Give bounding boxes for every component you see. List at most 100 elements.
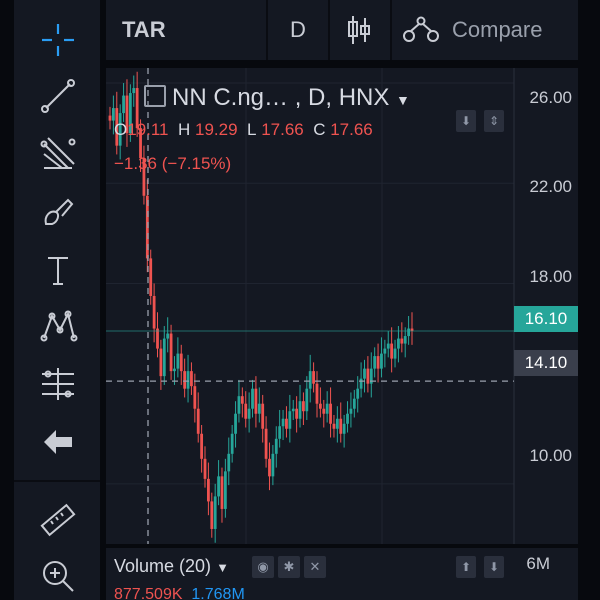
candle-body bbox=[162, 338, 166, 377]
volume-values: 877.509K 1.768M bbox=[114, 586, 245, 600]
fib-icon[interactable] bbox=[36, 132, 80, 176]
chevron-down-icon[interactable]: ▼ bbox=[396, 92, 410, 108]
trend-line-icon[interactable] bbox=[36, 74, 80, 118]
last-price-tag: 16.10 bbox=[514, 306, 578, 332]
scale-updown-icon[interactable]: ⇕ bbox=[484, 110, 504, 132]
header-divider bbox=[266, 0, 268, 60]
price-tick: 26.00 bbox=[529, 88, 572, 107]
chart-header: TAR D Compare bbox=[106, 0, 578, 60]
header-divider bbox=[328, 0, 330, 60]
price-tick: 10.00 bbox=[529, 446, 572, 465]
candle-body bbox=[217, 476, 220, 497]
crosshair-price-tag: 14.10 bbox=[514, 350, 578, 376]
candle-body bbox=[339, 418, 343, 434]
candle-body bbox=[261, 403, 265, 429]
crosshair-icon[interactable] bbox=[36, 18, 80, 62]
candle-body bbox=[268, 458, 271, 477]
low-label: L bbox=[246, 120, 257, 139]
close-value: 17.66 bbox=[330, 120, 373, 139]
candle-body bbox=[315, 383, 319, 404]
candle-body bbox=[264, 428, 268, 459]
candle-body bbox=[329, 403, 332, 424]
low-value: 17.66 bbox=[261, 120, 304, 139]
volume-ma-value: 1.768M bbox=[191, 586, 245, 600]
legend-title: NN C.ng… , D, HNX bbox=[172, 84, 390, 111]
gear-icon[interactable]: ✱ bbox=[278, 556, 300, 578]
candle-body bbox=[240, 396, 244, 404]
collapse-icon[interactable] bbox=[144, 85, 166, 107]
back-arrow-icon[interactable] bbox=[36, 420, 80, 464]
ruler-icon[interactable] bbox=[36, 498, 80, 542]
candle-body bbox=[342, 423, 346, 434]
candle-body bbox=[179, 353, 183, 372]
candle-body bbox=[373, 356, 377, 369]
scale-down-icon[interactable]: ⬇ bbox=[456, 110, 476, 132]
candle-body bbox=[200, 433, 204, 459]
chevron-down-icon: ▼ bbox=[216, 560, 229, 575]
candle-body bbox=[356, 388, 360, 399]
high-value: 19.29 bbox=[194, 120, 238, 139]
candle-body bbox=[346, 413, 349, 424]
candle-body bbox=[173, 368, 176, 372]
volume-title[interactable]: Volume (20) ▼ bbox=[114, 556, 229, 577]
candle-body bbox=[230, 433, 234, 454]
candle-body bbox=[363, 368, 366, 379]
candle-body bbox=[274, 438, 278, 454]
move-down-icon[interactable]: ⬇ bbox=[484, 556, 504, 578]
candle-body bbox=[111, 108, 115, 121]
candle-body bbox=[332, 423, 336, 429]
price-chart[interactable]: NN C.ng… , D, HNX ▼ ⬇ ⇕ O19.11 H 19.29 L… bbox=[106, 68, 578, 544]
candle-body bbox=[210, 501, 214, 529]
candle-body bbox=[376, 356, 380, 369]
change-value: −1.36 (−7.15%) bbox=[114, 154, 232, 173]
candle-body bbox=[325, 403, 329, 414]
symbol-search[interactable]: TAR bbox=[122, 0, 166, 60]
candle-body bbox=[318, 403, 322, 409]
candle-body bbox=[312, 371, 315, 384]
price-tick: 18.00 bbox=[529, 267, 572, 286]
text-icon[interactable] bbox=[36, 248, 80, 292]
candle-body bbox=[220, 476, 224, 509]
candle-body bbox=[152, 295, 156, 329]
close-label: C bbox=[313, 120, 326, 139]
candle-body bbox=[213, 496, 217, 529]
measure-icon[interactable] bbox=[36, 362, 80, 406]
candle-body bbox=[257, 403, 261, 414]
candle-body bbox=[159, 348, 163, 377]
candle-body bbox=[305, 388, 309, 412]
candle-body bbox=[166, 333, 170, 339]
volume-axis-tick: 6M bbox=[526, 554, 550, 573]
candle-body bbox=[359, 378, 363, 389]
move-up-icon[interactable]: ⬆ bbox=[456, 556, 476, 578]
interval-selector[interactable]: D bbox=[290, 0, 306, 60]
candle-body bbox=[393, 348, 397, 359]
candle-body bbox=[196, 408, 200, 434]
candles-icon[interactable] bbox=[346, 0, 372, 60]
compare-icon bbox=[403, 16, 439, 42]
candle-body bbox=[108, 115, 112, 121]
candle-body bbox=[237, 396, 241, 414]
volume-pane[interactable]: Volume (20) ▼ ◉ ✱ ✕ 877.509K 1.768M ⬆ ⬇ … bbox=[106, 548, 578, 600]
compare-button[interactable]: Compare bbox=[402, 0, 542, 60]
close-icon[interactable]: ✕ bbox=[304, 556, 326, 578]
open-value: 19.11 bbox=[127, 120, 169, 139]
candle-body bbox=[132, 88, 136, 94]
toolbar-divider bbox=[14, 480, 100, 482]
zoom-in-icon[interactable] bbox=[36, 554, 80, 598]
pattern-icon[interactable] bbox=[36, 304, 80, 348]
ohlc-values: O19.11 H 19.29 L 17.66 C 17.66 bbox=[114, 120, 373, 140]
eye-icon[interactable]: ◉ bbox=[252, 556, 274, 578]
candle-body bbox=[251, 388, 254, 409]
candle-body bbox=[308, 371, 312, 389]
candle-body bbox=[322, 408, 326, 414]
candle-body bbox=[193, 386, 197, 409]
brush-icon[interactable] bbox=[36, 190, 80, 234]
legend-symbol[interactable]: NN C.ng… , D, HNX ▼ bbox=[144, 84, 410, 112]
candle-body bbox=[366, 368, 370, 384]
open-label: O bbox=[114, 120, 128, 139]
candle-body bbox=[302, 401, 305, 412]
header-divider bbox=[390, 0, 392, 60]
volume-title-label: Volume (20) bbox=[114, 556, 212, 576]
candle-body bbox=[349, 408, 353, 414]
candle-body bbox=[176, 353, 180, 369]
